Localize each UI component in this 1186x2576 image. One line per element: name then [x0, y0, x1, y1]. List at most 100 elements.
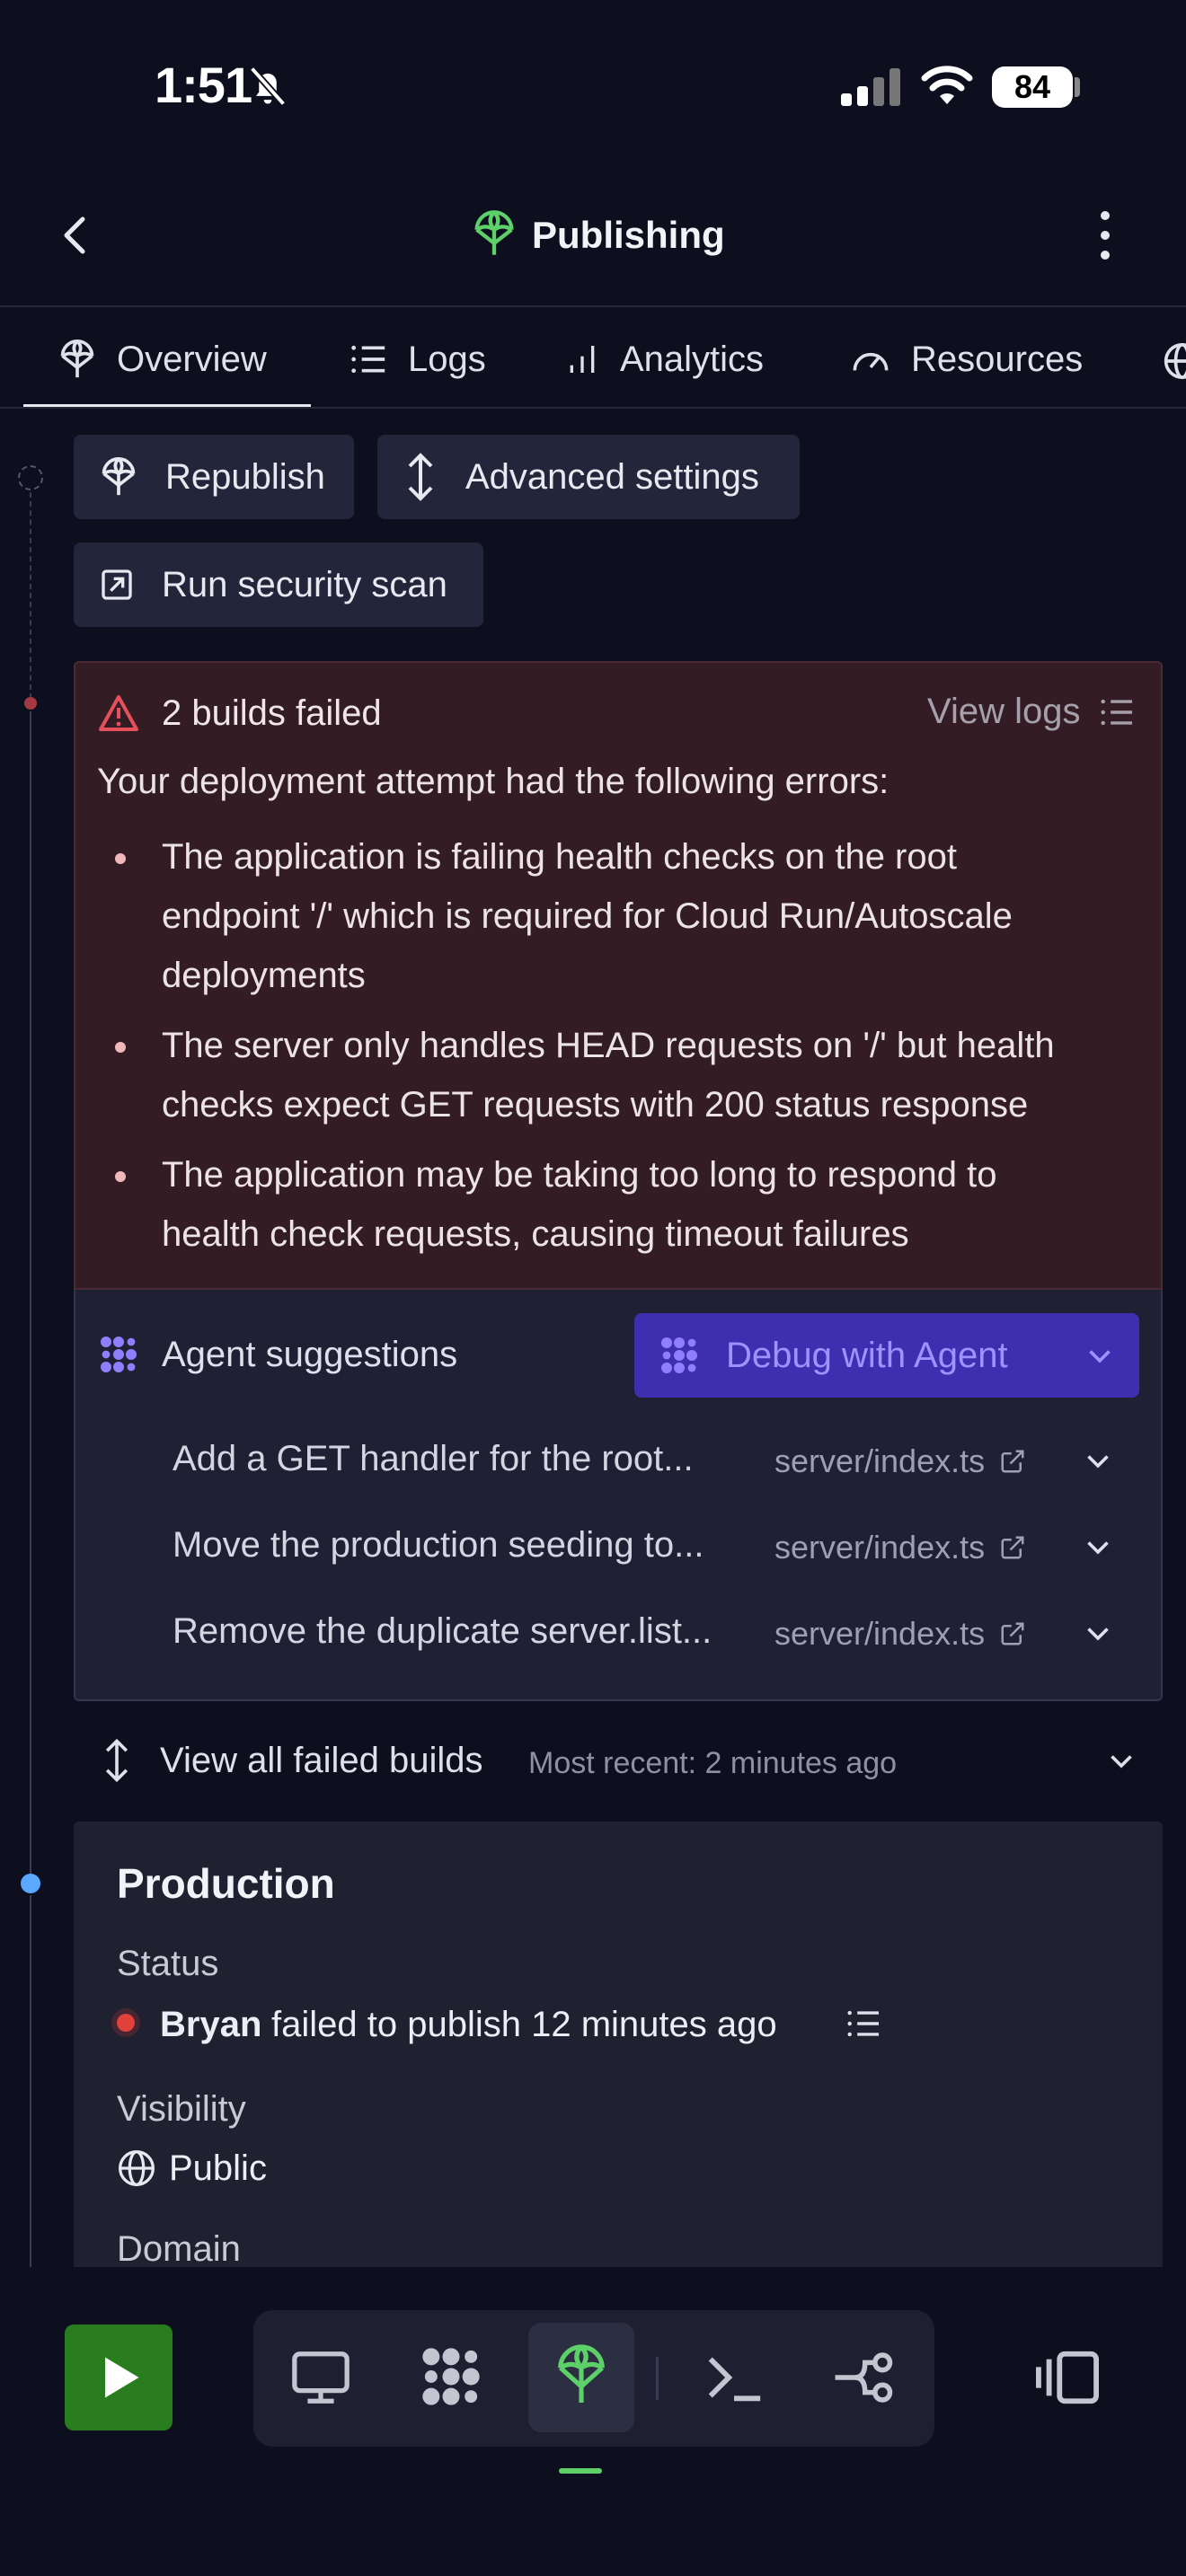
external-scan-icon: [99, 567, 135, 603]
error-title: 2 builds failed: [162, 693, 382, 733]
publishing-icon: [471, 208, 518, 259]
gauge-icon: [850, 341, 891, 377]
list-icon: [1098, 697, 1136, 728]
error-item-3-line-1: The application may be taking too long t…: [162, 1155, 997, 1195]
more-options-icon[interactable]: [1096, 208, 1114, 262]
domain-label: Domain: [117, 2229, 241, 2269]
run-security-scan-button[interactable]: Run security scan: [74, 543, 483, 627]
advanced-settings-label: Advanced settings: [465, 456, 759, 497]
header-divider: [0, 305, 1186, 307]
status-user: Bryan: [160, 2005, 262, 2044]
agent-suggestions-title: Agent suggestions: [162, 1335, 458, 1374]
tab-resources[interactable]: Resources: [850, 331, 1083, 388]
chevron-down-icon[interactable]: [1082, 1531, 1114, 1563]
list-icon: [349, 341, 388, 377]
error-bullet: [115, 1171, 126, 1182]
status-failed-dot: [117, 2014, 135, 2032]
error-item-2-line-2: checks expect GET requests with 200 stat…: [162, 1085, 1029, 1125]
error-item-2-line-1: The server only handles HEAD requests on…: [162, 1026, 1055, 1065]
agent-icon: [97, 1333, 140, 1376]
view-logs-link[interactable]: View logs: [927, 692, 1136, 732]
tab-label: Resources: [911, 339, 1084, 379]
republish-button[interactable]: Republish: [74, 435, 354, 519]
debug-with-agent-label: Debug with Agent: [726, 1335, 1008, 1375]
git-branch-icon[interactable]: [830, 2346, 895, 2409]
battery-indicator: 84: [992, 66, 1073, 108]
warning-icon: [97, 693, 140, 733]
error-intro: Your deployment attempt had the followin…: [97, 762, 890, 801]
error-item-1-line-2: endpoint '/' which is required for Cloud…: [162, 896, 1013, 936]
bell-muted-icon: [244, 63, 291, 110]
timeline-pending-dot: [18, 465, 43, 490]
globe-icon: [117, 2148, 156, 2188]
error-item-1-line-1: The application is failing health checks…: [162, 837, 957, 877]
back-icon[interactable]: [54, 208, 99, 262]
timeline-line: [30, 711, 31, 1879]
publishing-icon: [58, 338, 97, 381]
view-logs-label: View logs: [927, 692, 1081, 731]
dock-separator: [656, 2357, 659, 2400]
suggestion-item[interactable]: Add a GET handler for the root...: [173, 1439, 694, 1479]
view-all-failed-builds[interactable]: View all failed builds: [160, 1741, 482, 1781]
status-time: 1:51: [155, 57, 252, 113]
split-panel-icon[interactable]: [1033, 2346, 1102, 2409]
most-recent-text: Most recent: 2 minutes ago: [528, 1746, 898, 1780]
visibility-value: Public: [169, 2148, 267, 2188]
tab-label: Overview: [117, 339, 267, 379]
suggestion-item[interactable]: Remove the duplicate server.list...: [173, 1611, 712, 1652]
suggestion-file-link[interactable]: server/index.ts: [774, 1529, 1026, 1566]
error-bullet: [115, 1042, 126, 1053]
file-name: server/index.ts: [774, 1442, 986, 1479]
terminal-icon[interactable]: [703, 2348, 766, 2407]
wifi-icon: [920, 65, 974, 108]
chevron-down-icon[interactable]: [1105, 1744, 1137, 1777]
chevron-down-icon[interactable]: [1084, 1339, 1116, 1372]
tab-logs[interactable]: Logs: [349, 331, 486, 388]
file-name: server/index.ts: [774, 1615, 986, 1652]
suggestion-file-link[interactable]: server/index.ts: [774, 1615, 1026, 1653]
tab-label: Logs: [408, 339, 486, 379]
preview-monitor-icon[interactable]: [289, 2346, 352, 2409]
production-title: Production: [117, 1860, 335, 1907]
battery-tip: [1075, 77, 1080, 97]
run-button[interactable]: [65, 2325, 173, 2430]
expand-vertical-icon: [101, 1735, 133, 1786]
bar-chart-icon: [564, 341, 600, 377]
globe-icon-partial[interactable]: [1163, 341, 1186, 381]
status-text: failed to publish 12 minutes ago: [271, 2005, 777, 2044]
error-item-1-line-3: deployments: [162, 956, 366, 995]
signal-icon: [839, 68, 902, 106]
publishing-icon: [99, 455, 138, 498]
external-link-icon: [999, 1620, 1026, 1647]
external-link-icon: [999, 1448, 1026, 1475]
tab-analytics[interactable]: Analytics: [564, 331, 764, 388]
page-title: Publishing: [532, 214, 725, 256]
expand-vertical-icon: [403, 452, 438, 502]
chevron-down-icon[interactable]: [1082, 1617, 1114, 1649]
timeline-error-dot: [24, 697, 37, 710]
suggestion-item[interactable]: Move the production seeding to...: [173, 1525, 704, 1566]
agent-icon: [658, 1334, 701, 1377]
tabs-divider: [0, 407, 1186, 409]
status-label: Status: [117, 1944, 219, 1983]
publishing-icon[interactable]: [553, 2341, 609, 2409]
timeline-dashed-line: [30, 492, 31, 699]
tab-overview[interactable]: Overview: [58, 331, 267, 388]
timeline-production-dot: [21, 1874, 40, 1893]
agent-icon[interactable]: [417, 2342, 485, 2411]
timeline-line-lower: [30, 1895, 31, 2267]
external-link-icon: [999, 1534, 1026, 1561]
tab-label: Analytics: [620, 339, 765, 379]
advanced-settings-button[interactable]: Advanced settings: [377, 435, 800, 519]
suggestion-file-link[interactable]: server/index.ts: [774, 1442, 1026, 1480]
error-bullet: [115, 853, 126, 864]
list-icon[interactable]: [845, 2008, 882, 2039]
republish-label: Republish: [165, 456, 325, 497]
error-item-3-line-2: health check requests, causing timeout f…: [162, 1214, 909, 1254]
visibility-label: Visibility: [117, 2089, 246, 2129]
debug-with-agent-button[interactable]: Debug with Agent: [634, 1313, 1139, 1398]
chevron-down-icon[interactable]: [1082, 1444, 1114, 1477]
file-name: server/index.ts: [774, 1529, 986, 1566]
tab-active-indicator: [23, 404, 311, 407]
play-icon: [92, 2351, 146, 2404]
